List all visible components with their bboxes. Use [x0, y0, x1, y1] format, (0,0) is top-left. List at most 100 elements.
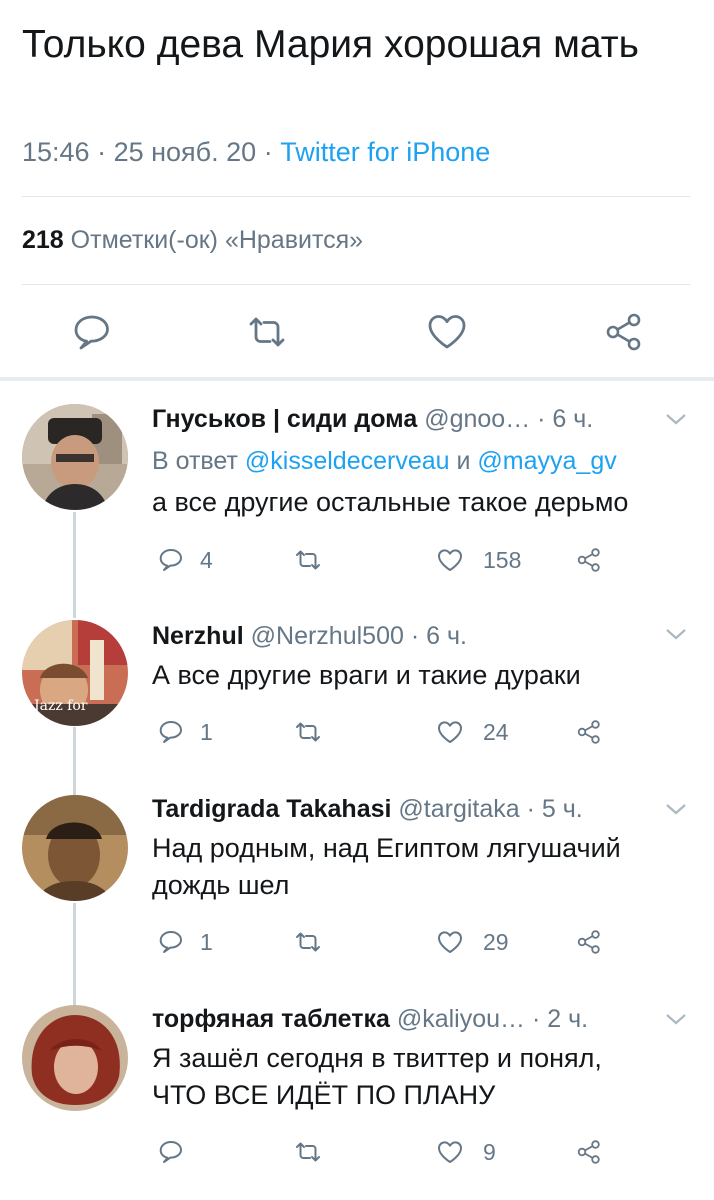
reply-time: · 6 ч.	[537, 405, 594, 433]
meta-separator: ·	[97, 137, 114, 167]
thread-line	[73, 727, 76, 795]
chevron-down-icon	[666, 629, 686, 640]
avatar-image	[22, 795, 128, 901]
reply-icon	[159, 549, 182, 571]
retweet-icon	[296, 932, 320, 952]
retweet-icon	[296, 1142, 320, 1162]
share-button[interactable]	[575, 928, 603, 956]
reply-header: Tardigrada Takahasi @targitaka · 5 ч.	[152, 795, 583, 824]
meta-separator: ·	[263, 137, 281, 167]
tweet-date: 25 нояб. 20	[113, 137, 257, 167]
reply-count: 1	[200, 929, 213, 955]
chevron-down-icon	[666, 414, 686, 425]
reply-count-button[interactable]	[157, 546, 185, 574]
avatar[interactable]	[22, 795, 128, 901]
reply-header: Nerzhul @Nerzhul500 · 6 ч.	[152, 622, 467, 651]
like-count: 158	[483, 547, 522, 573]
divider	[22, 284, 690, 285]
divider	[22, 196, 690, 197]
reply-icon	[159, 721, 182, 743]
reply-count-button[interactable]	[157, 1138, 185, 1166]
tweet-text: Только дева Мария хорошая мать	[22, 23, 639, 66]
share-button[interactable]	[575, 546, 603, 574]
like-count: 9	[483, 1139, 496, 1165]
avatar-image	[22, 404, 128, 510]
reply-text-line: Над родным, над Египтом лягушачий	[152, 833, 621, 863]
avatar[interactable]	[22, 404, 128, 510]
like-button[interactable]	[425, 310, 469, 354]
share-button[interactable]	[602, 310, 646, 354]
retweet-button[interactable]	[245, 310, 289, 354]
reply-text-line: Я зашёл сегодня в твиттер и понял,	[152, 1043, 602, 1073]
retweet-icon	[249, 317, 285, 347]
reply-time: · 2 ч.	[532, 1005, 589, 1033]
like-count-button[interactable]	[436, 928, 464, 956]
avatar-image	[22, 1005, 128, 1111]
like-count-button[interactable]	[436, 718, 464, 746]
like-count: 29	[483, 929, 509, 955]
reply-to-line: В ответ @kisseldecerveau и @mayya_gv	[152, 447, 617, 476]
reply-count-button[interactable]	[157, 718, 185, 746]
share-icon	[577, 548, 600, 572]
author-name[interactable]: Nerzhul	[152, 622, 244, 650]
mention-link[interactable]: @kisseldecerveau	[245, 447, 450, 475]
reply-button[interactable]	[70, 310, 114, 354]
share-button[interactable]	[575, 1138, 603, 1166]
more-button[interactable]	[664, 622, 688, 646]
reply-header: Гнуськов | сиди дома @gnoo… · 6 ч.	[152, 405, 593, 434]
reply-header: торфяная таблетка @kaliyou… · 2 ч.	[152, 1005, 588, 1034]
tweet-source-link[interactable]: Twitter for iPhone	[280, 137, 490, 167]
retweet-count-button[interactable]	[294, 718, 322, 746]
author-handle[interactable]: @kaliyou…	[397, 1005, 525, 1033]
chevron-down-icon	[666, 804, 686, 815]
more-button[interactable]	[664, 1007, 688, 1031]
share-icon	[606, 313, 641, 351]
retweet-icon	[296, 722, 320, 742]
reply-text-line: дождь шел	[152, 870, 290, 900]
avatar-caption: Jazz for	[34, 698, 88, 714]
like-count-button[interactable]	[436, 1138, 464, 1166]
thread-line	[73, 903, 76, 1006]
author-name[interactable]: Гнуськов | сиди дома	[152, 405, 417, 433]
author-name[interactable]: Tardigrada Takahasi	[152, 795, 391, 823]
reply-icon	[74, 315, 109, 350]
reply-to-conjunction: и	[456, 447, 471, 475]
retweet-count-button[interactable]	[294, 1138, 322, 1166]
reply-icon	[159, 1141, 182, 1163]
reply-text-line: ЧТО ВСЕ ИДЁТ ПО ПЛАНУ	[152, 1080, 496, 1110]
like-icon	[438, 721, 462, 743]
more-button[interactable]	[664, 407, 688, 431]
avatar[interactable]	[22, 1005, 128, 1111]
like-icon	[438, 549, 462, 571]
more-button[interactable]	[664, 797, 688, 821]
reply-icon	[159, 931, 182, 953]
likes-summary[interactable]: 218 Отметки(-ок) «Нравится»	[22, 226, 363, 255]
like-icon	[438, 931, 462, 953]
reply-count-button[interactable]	[157, 928, 185, 956]
like-count-button[interactable]	[436, 546, 464, 574]
share-icon	[577, 720, 600, 744]
reply-time: · 5 ч.	[526, 795, 583, 823]
reply-text: Я зашёл сегодня в твиттер и понял, ЧТО В…	[152, 1040, 692, 1114]
reply-count: 4	[200, 547, 213, 573]
author-handle[interactable]: @gnoo…	[424, 405, 530, 433]
likes-label: Отметки(-ок) «Нравится»	[70, 226, 364, 254]
retweet-count-button[interactable]	[294, 546, 322, 574]
mention-link[interactable]: @mayya_gv	[477, 447, 616, 475]
reply-count: 1	[200, 719, 213, 745]
author-name[interactable]: торфяная таблетка	[152, 1005, 390, 1033]
share-button[interactable]	[575, 718, 603, 746]
like-icon	[438, 1141, 462, 1163]
author-handle[interactable]: @targitaka	[398, 795, 519, 823]
retweet-count-button[interactable]	[294, 928, 322, 956]
retweet-icon	[296, 550, 320, 570]
share-icon	[577, 1140, 600, 1164]
reply-text: а все другие остальные такое дерьмо	[152, 487, 629, 517]
reply-text: А все другие враги и такие дураки	[152, 660, 581, 690]
reply-text: Над родным, над Египтом лягушачий дождь …	[152, 830, 692, 904]
like-count: 24	[483, 719, 509, 745]
share-icon	[577, 930, 600, 954]
tweet-time: 15:46	[22, 137, 90, 167]
tweet-meta: 15:46 · 25 нояб. 20 · Twitter for iPhone	[22, 137, 490, 168]
author-handle[interactable]: @Nerzhul500	[251, 622, 404, 650]
